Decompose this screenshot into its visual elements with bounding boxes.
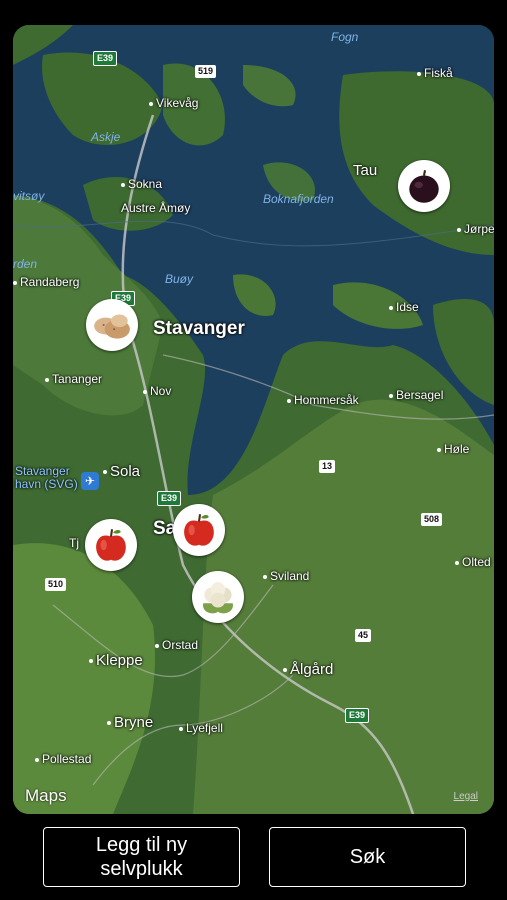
search-button-label: Søk xyxy=(349,846,386,868)
label-kleppe: Kleppe xyxy=(89,653,143,668)
label-lyefjell: Lyefjell xyxy=(179,722,223,734)
potato-icon xyxy=(94,314,130,339)
label-nov: Nov xyxy=(143,385,171,397)
map-pin-cauliflower[interactable] xyxy=(192,571,244,623)
label-bryne: Bryne xyxy=(107,715,153,730)
legal-link[interactable]: Legal xyxy=(454,791,478,802)
add-selfpick-button[interactable]: Legg til ny selvplukk xyxy=(43,827,240,887)
search-button[interactable]: Søk xyxy=(269,827,466,887)
map-pin-apple-west[interactable] xyxy=(85,519,137,571)
road-shield-e39: E39 xyxy=(157,491,182,506)
map-pin-apple-center[interactable] xyxy=(173,504,225,556)
road-shield-45: 45 xyxy=(355,629,372,642)
apple-icon xyxy=(184,514,214,546)
label-idse: Idse xyxy=(389,301,419,313)
road-shield-508: 508 xyxy=(421,513,443,526)
label-buoy: Buøy xyxy=(165,272,194,286)
label-fiska: Fiskå xyxy=(417,67,453,79)
plum-icon xyxy=(409,170,439,203)
cauliflower-icon xyxy=(203,582,233,614)
road-shield-e39: E39 xyxy=(345,708,370,723)
label-vikevag: Vikevåg xyxy=(149,97,198,109)
label-sviland: Sviland xyxy=(263,570,309,582)
label-orstad: Orstad xyxy=(155,639,198,651)
map-pin-potatoes[interactable] xyxy=(86,299,138,351)
add-selfpick-label: Legg til ny selvplukk xyxy=(95,834,188,880)
label-austre-amoy: Austre Åmøy xyxy=(121,201,191,215)
label-hommersak: Hommersåk xyxy=(287,394,359,406)
airport-icon[interactable]: ✈ xyxy=(81,472,99,490)
label-hole: Høle xyxy=(437,443,469,455)
label-olted: Olted xyxy=(455,556,491,568)
label-randaberg: Randaberg xyxy=(13,276,79,288)
label-tj-partial: Tj xyxy=(69,536,79,550)
label-bersagel: Bersagel xyxy=(389,389,443,401)
road-shield-e39: E39 xyxy=(93,51,118,66)
label-sokna: Sokna xyxy=(121,178,162,190)
label-askje: Askje xyxy=(91,130,121,144)
apple-icon xyxy=(96,529,126,561)
label-tananger: Tananger xyxy=(45,373,102,385)
road-shield-519: 519 xyxy=(195,65,217,78)
label-fogn: Fogn xyxy=(331,30,359,44)
map-terrain xyxy=(13,25,494,814)
apple-maps-attribution: Maps xyxy=(25,786,67,806)
label-tau: Tau xyxy=(353,162,378,179)
label-boknafjorden: Boknafjorden xyxy=(263,192,334,206)
label-sola: Sola xyxy=(103,464,140,479)
label-vitsoy: vitsøy xyxy=(13,189,45,203)
label-rden: rden xyxy=(13,257,38,271)
map-view[interactable]: Fogn Fiskå Vikevåg Askje Sokna Austre Åm… xyxy=(13,25,494,814)
road-shield-510: 510 xyxy=(45,578,67,591)
map-pin-plum[interactable] xyxy=(398,160,450,212)
road-shield-13: 13 xyxy=(319,460,336,473)
attribution-text: Maps xyxy=(25,786,67,805)
label-algard: Ålgård xyxy=(283,662,333,677)
label-jorpe: Jørpe xyxy=(457,223,494,235)
label-pollestad: Pollestad xyxy=(35,753,91,765)
label-stavanger: Stavanger xyxy=(153,318,245,339)
label-stavanger-airport[interactable]: Stavanger havn (SVG) xyxy=(15,465,78,491)
